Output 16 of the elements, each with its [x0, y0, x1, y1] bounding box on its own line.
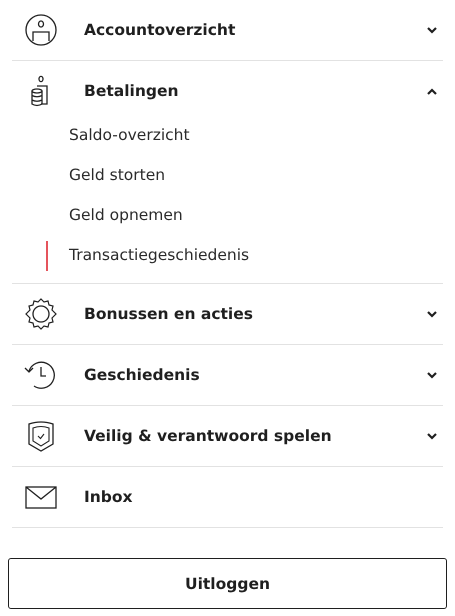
gear-icon [24, 297, 58, 331]
user-icon [24, 13, 58, 47]
chevron-icon[interactable] [427, 372, 437, 378]
submenu-item[interactable]: Geld opnemen [12, 195, 443, 235]
chevron-icon[interactable] [427, 310, 437, 318]
menu-item[interactable]: Geschiedenis [12, 345, 443, 406]
submenu-item[interactable]: Transactiegeschiedenis [12, 235, 443, 275]
submenu-item[interactable]: Geld storten [12, 155, 443, 195]
chevron-icon[interactable] [427, 432, 437, 440]
menu-item[interactable]: Bonussen en acties [12, 284, 443, 345]
chevron-icon[interactable] [427, 88, 437, 94]
menu-item[interactable]: Inbox [12, 467, 443, 528]
chevron-icon[interactable] [427, 26, 437, 34]
logout-button[interactable]: Uitloggen [8, 558, 447, 609]
menu-item[interactable]: Veilig & verantwoord spelen [12, 406, 443, 467]
menu-item[interactable]: Accountoverzicht [12, 0, 443, 61]
